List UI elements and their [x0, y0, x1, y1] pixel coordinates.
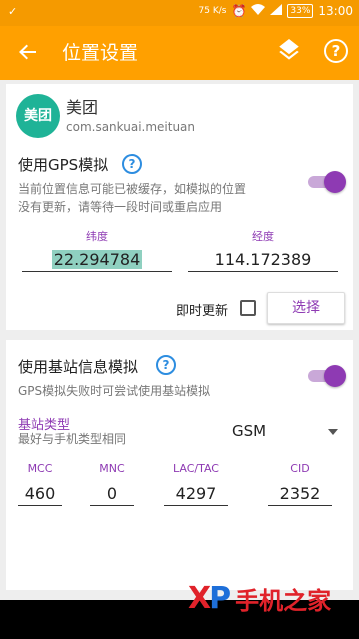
layers-icon[interactable]	[276, 39, 304, 67]
lac-label: LAC/TAC	[173, 462, 219, 475]
latitude-value: 22.294784	[51, 250, 143, 269]
chevron-down-icon[interactable]	[328, 429, 338, 435]
net-speed: 75 K/s	[198, 6, 227, 16]
select-button[interactable]: 选择	[267, 292, 345, 324]
page-title: 位置设置	[62, 42, 139, 64]
app-bar: 位置设置 ?	[0, 26, 359, 80]
wifi-icon	[251, 4, 266, 18]
clock: 13:00	[318, 4, 353, 18]
longitude-input[interactable]: 114.172389	[188, 250, 338, 272]
help-circle-icon[interactable]: ?	[324, 39, 348, 63]
gps-toggle[interactable]	[306, 171, 346, 193]
mcc-input[interactable]: 460	[18, 484, 62, 506]
gps-card: 美团 美团 com.sankuai.meituan 使用GPS模拟 ? 当前位置…	[6, 84, 353, 330]
longitude-label: 经度	[252, 230, 274, 243]
cell-section-title: 使用基站信息模拟	[18, 358, 139, 376]
status-icons: 75 K/s ⏰ 33% 13:00	[198, 4, 353, 18]
cell-toggle[interactable]	[306, 365, 346, 387]
gps-section-title: 使用GPS模拟	[18, 156, 109, 174]
app-name: 美团	[66, 98, 99, 117]
mnc-input[interactable]: 0	[90, 484, 134, 506]
realtime-checkbox[interactable]	[240, 300, 256, 316]
cell-type-hint: 最好与手机类型相同	[18, 432, 127, 446]
alarm-icon: ⏰	[231, 4, 247, 18]
mnc-label: MNC	[99, 462, 125, 475]
latitude-input[interactable]: 22.294784	[22, 250, 172, 272]
arrow-left-icon[interactable]	[14, 38, 42, 66]
realtime-label: 即时更新	[176, 304, 229, 319]
lac-input[interactable]: 4297	[164, 484, 228, 506]
cell-description: GPS模拟失败时可尝试使用基站模拟	[18, 384, 211, 398]
signal-icon	[270, 4, 283, 18]
cid-label: CID	[290, 462, 310, 475]
watermark-logo: XP 手机之家	[188, 578, 331, 618]
cell-help-icon[interactable]: ?	[156, 355, 176, 375]
status-bar: ✓ 75 K/s ⏰ 33% 13:00	[0, 0, 359, 26]
mcc-label: MCC	[27, 462, 53, 475]
app-icon: 美团	[16, 94, 60, 138]
cell-card: 使用基站信息模拟 ? GPS模拟失败时可尝试使用基站模拟 基站类型 最好与手机类…	[6, 340, 353, 590]
battery-indicator: 33%	[287, 4, 314, 18]
cell-type-select[interactable]: GSM	[232, 422, 266, 440]
watermark-text: 手机之家	[235, 586, 332, 615]
watermark-xp: XP	[188, 580, 231, 616]
gps-description-line2: 没有更新，请等待一段时间或重启应用	[18, 200, 223, 214]
cid-input[interactable]: 2352	[268, 484, 332, 506]
app-package: com.sankuai.meituan	[66, 120, 196, 134]
gps-help-icon[interactable]: ?	[122, 154, 142, 174]
notification-icon: ✓	[8, 5, 18, 18]
gps-description-line1: 当前位置信息可能已被缓存，如模拟的位置	[18, 182, 247, 196]
latitude-label: 纬度	[86, 230, 108, 243]
